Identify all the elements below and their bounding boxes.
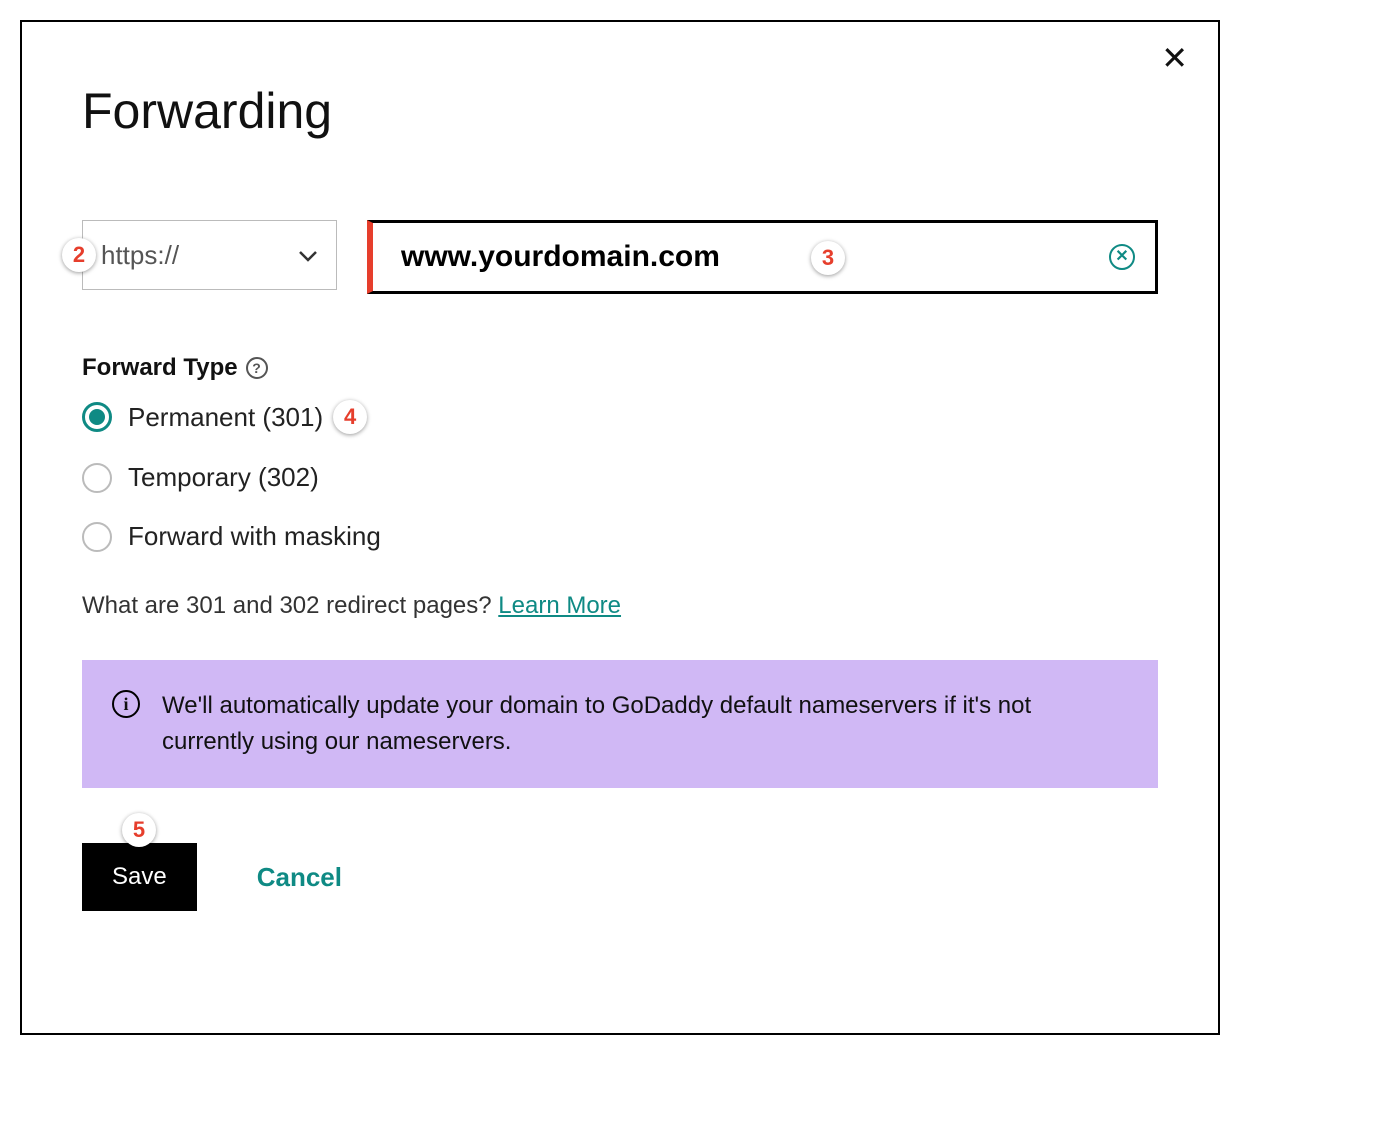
- domain-input-wrap: 3 ✕: [367, 220, 1158, 294]
- radio-indicator: [82, 522, 112, 552]
- cancel-button[interactable]: Cancel: [257, 862, 342, 893]
- annotation-4: 4: [333, 400, 367, 434]
- protocol-select[interactable]: https://: [82, 220, 337, 290]
- radio-label: Temporary (302): [128, 462, 319, 493]
- forward-type-label: Forward Type ?: [82, 354, 1158, 382]
- save-button[interactable]: Save: [82, 843, 197, 911]
- close-button[interactable]: ✕: [1161, 42, 1188, 74]
- domain-input[interactable]: [401, 240, 1109, 274]
- learn-more-link[interactable]: Learn More: [498, 592, 621, 619]
- dialog-title: Forwarding: [82, 82, 1158, 140]
- forwarding-dialog: ✕ Forwarding 2 https:// 3 ✕ Forward Type…: [20, 20, 1220, 1035]
- hint-text: What are 301 and 302 redirect pages?: [82, 592, 498, 619]
- info-banner: i We'll automatically update your domain…: [82, 660, 1158, 788]
- close-icon: ✕: [1115, 249, 1128, 265]
- radio-temporary[interactable]: Temporary (302): [82, 462, 1158, 493]
- radio-indicator: [82, 402, 112, 432]
- radio-indicator: [82, 463, 112, 493]
- forward-type-label-text: Forward Type: [82, 354, 238, 382]
- chevron-down-icon: [298, 242, 318, 268]
- button-row: 5 Save Cancel: [82, 843, 1158, 911]
- redirect-hint: What are 301 and 302 redirect pages? Lea…: [82, 592, 1158, 620]
- radio-label: Forward with masking: [128, 521, 381, 552]
- annotation-5: 5: [122, 813, 156, 847]
- protocol-value: https://: [101, 240, 179, 271]
- help-icon[interactable]: ?: [246, 357, 268, 379]
- clear-input-button[interactable]: ✕: [1109, 244, 1135, 270]
- info-icon: i: [112, 690, 140, 718]
- radio-label: Permanent (301): [128, 402, 323, 433]
- url-row: 2 https:// 3 ✕: [82, 220, 1158, 294]
- radio-masking[interactable]: Forward with masking: [82, 521, 1158, 552]
- info-banner-text: We'll automatically update your domain t…: [162, 688, 1128, 760]
- radio-permanent[interactable]: Permanent (301) 4: [82, 400, 1158, 434]
